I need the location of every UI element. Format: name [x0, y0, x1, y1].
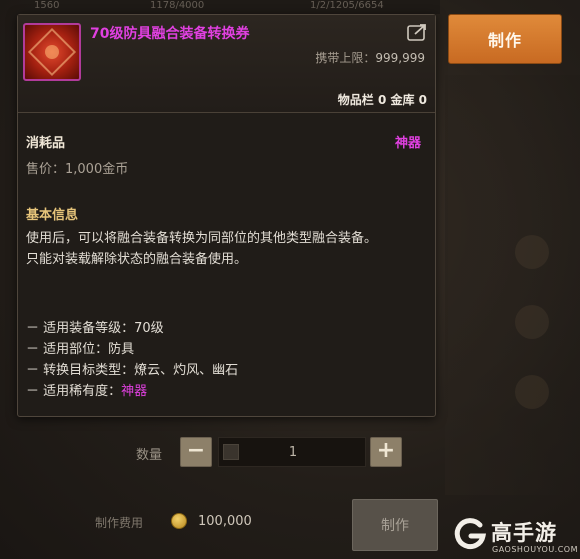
quantity-value: 1 [288, 445, 298, 460]
background-slot [515, 305, 549, 339]
craft-cost-value: 100,000 [198, 514, 252, 529]
quantity-input[interactable]: 1 [218, 437, 366, 467]
top-status-value: 1/2/1205/6654 [310, 0, 384, 11]
property-text: － 适用稀有度： [26, 384, 122, 399]
item-name: 70级防具融合装备转换券 [90, 26, 250, 42]
property-text: － 适用装备等级：70级 [26, 321, 164, 336]
description-line: 使用后，可以将融合装备转换为同部位的其他类型融合装备。 [26, 231, 378, 246]
top-status-value: 1178/4000 [150, 0, 205, 11]
background-slot [515, 375, 549, 409]
watermark-subtitle: GAOSHOUYOU.COM [492, 545, 579, 554]
tooltip-header: 70级防具融合装备转换券 携带上限：999,999 物品栏 0 金库 0 [18, 15, 435, 113]
craft-button-top[interactable]: 制作 [448, 14, 562, 64]
property-text: － 转换目标类型：燎云、灼风、幽石 [26, 363, 239, 378]
item-price: 售价：1,000金币 [26, 162, 129, 177]
artifact-voucher-icon [23, 23, 81, 81]
quantity-label: 数量 [136, 448, 163, 463]
watermark-logo-icon [454, 518, 487, 550]
property-row: － 适用装备等级：70级 [26, 318, 238, 339]
property-row: － 转换目标类型：燎云、灼风、幽石 [26, 360, 238, 381]
site-watermark: 高手游 GAOSHOUYOU.COM [453, 517, 578, 557]
storage-count: 物品栏 0 金库 0 [337, 93, 427, 107]
carry-limit-value: 999,999 [375, 51, 425, 65]
property-row: － 适用稀有度：神器 [26, 381, 238, 402]
background-slot [515, 235, 549, 269]
item-rarity: 神器 [394, 136, 421, 151]
icon-center [45, 45, 59, 59]
craft-cost-label: 制作费用 [95, 516, 144, 530]
top-status-value: 1560 [34, 0, 60, 11]
watermark-title: 高手游 [491, 521, 557, 545]
section-title-basic-info: 基本信息 [26, 208, 79, 223]
item-category: 消耗品 [26, 136, 66, 151]
craft-button-bottom[interactable]: 制作 [352, 499, 438, 551]
item-properties: － 适用装备等级：70级 － 适用部位：防具 － 转换目标类型：燎云、灼风、幽石… [26, 318, 238, 402]
property-row: － 适用部位：防具 [26, 339, 238, 360]
property-text: － 适用部位：防具 [26, 342, 135, 357]
carry-limit-label: 携带上限： [315, 51, 376, 65]
gold-coin-icon [171, 513, 187, 529]
quantity-plus-button[interactable]: + [370, 437, 402, 467]
quantity-minus-button[interactable]: − [180, 437, 212, 467]
top-status-bar: 1560 1178/4000 1/2/1205/6654 [0, 0, 440, 14]
carry-limit: 携带上限：999,999 [315, 49, 425, 66]
share-icon[interactable] [407, 23, 429, 41]
item-description: 使用后，可以将融合装备转换为同部位的其他类型融合装备。 只能对装载解除状态的融合… [26, 228, 426, 270]
property-rarity-highlight: 神器 [121, 384, 148, 399]
description-line: 只能对装载解除状态的融合装备使用。 [26, 252, 248, 267]
item-tooltip: 70级防具融合装备转换券 携带上限：999,999 物品栏 0 金库 0 消耗品… [17, 14, 436, 417]
background-panel [445, 75, 580, 495]
